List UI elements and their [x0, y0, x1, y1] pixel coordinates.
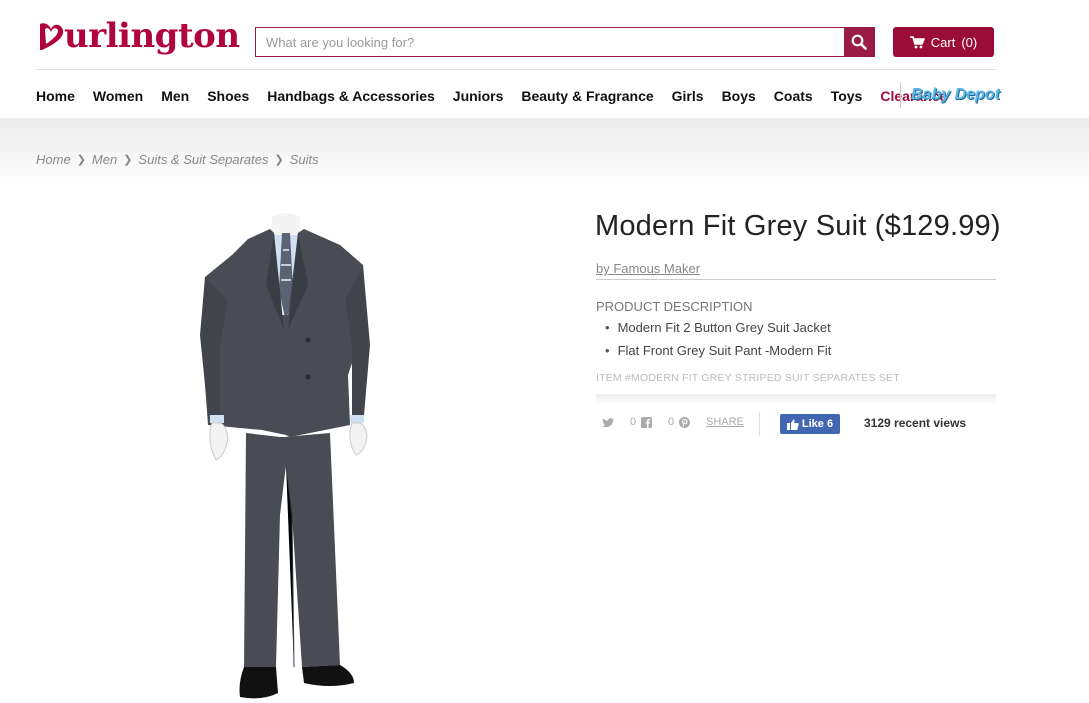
facebook-like-button[interactable]: Like 6 — [780, 414, 840, 434]
pinterest-icon[interactable] — [679, 417, 690, 428]
cart-button[interactable]: Cart (0) — [893, 27, 994, 57]
nav-item-handbags[interactable]: Handbags & Accessories — [267, 88, 435, 104]
header-divider — [36, 69, 996, 70]
nav-item-boys[interactable]: Boys — [722, 88, 756, 104]
product-title: Modern Fit Grey Suit ($129.99) — [595, 210, 1001, 242]
item-number: ITEM #MODERN FIT GREY STRIPED SUIT SEPAR… — [596, 372, 900, 384]
heart-b-icon — [40, 23, 64, 50]
nav-item-women[interactable]: Women — [93, 88, 143, 104]
nav-item-men[interactable]: Men — [161, 88, 189, 104]
search-button[interactable] — [844, 28, 874, 56]
breadcrumb: Home ❯ Men ❯ Suits & Suit Separates ❯ Su… — [36, 152, 319, 167]
nav-item-home[interactable]: Home — [36, 88, 75, 104]
breadcrumb-suits[interactable]: Suits — [290, 152, 319, 167]
like-label: Like 6 — [801, 418, 834, 430]
facebook-count: 0 — [668, 416, 675, 428]
share-separator — [759, 412, 760, 436]
list-item: Modern Fit 2 Button Grey Suit Jacket — [596, 320, 831, 343]
nav-item-girls[interactable]: Girls — [672, 88, 704, 104]
chevron-right-icon: ❯ — [274, 154, 284, 166]
breadcrumb-suits-separates[interactable]: Suits & Suit Separates — [138, 152, 268, 167]
nav-item-toys[interactable]: Toys — [831, 88, 863, 104]
cart-count: (0) — [961, 34, 978, 50]
nav-item-shoes[interactable]: Shoes — [207, 88, 249, 104]
share-bar: 0 0 SHARE Like 6 3129 recent views — [596, 412, 996, 436]
twitter-icon[interactable] — [602, 418, 614, 428]
burlington-logo[interactable]: urlington — [36, 14, 240, 58]
nav-divider — [900, 82, 901, 108]
share-link[interactable]: SHARE — [706, 416, 744, 428]
title-divider — [596, 279, 996, 280]
cart-icon — [909, 35, 925, 48]
nav-item-juniors[interactable]: Juniors — [453, 88, 504, 104]
description-list: Modern Fit 2 Button Grey Suit Jacket Fla… — [596, 320, 832, 366]
search-bar — [255, 27, 875, 57]
thumbs-up-icon — [786, 419, 799, 430]
cart-label: Cart — [930, 34, 956, 50]
description-label: PRODUCT DESCRIPTION — [596, 299, 753, 314]
nav-item-coats[interactable]: Coats — [774, 88, 813, 104]
search-input[interactable] — [256, 28, 844, 56]
list-item: Flat Front Grey Suit Pant -Modern Fit — [596, 343, 832, 366]
main-nav: Home Women Men Shoes Handbags & Accessor… — [36, 84, 965, 108]
breadcrumb-home[interactable]: Home — [36, 152, 71, 167]
product-maker-link[interactable]: by Famous Maker — [596, 261, 700, 276]
facebook-icon[interactable] — [641, 417, 652, 428]
chevron-right-icon: ❯ — [123, 154, 133, 166]
twitter-count: 0 — [630, 416, 637, 428]
nav-item-beauty[interactable]: Beauty & Fragrance — [521, 88, 653, 104]
logo-text: urlington — [64, 16, 240, 56]
product-image[interactable] — [180, 205, 390, 703]
baby-depot-link[interactable]: Baby Depot — [911, 86, 1000, 104]
breadcrumb-men[interactable]: Men — [92, 152, 117, 167]
site-header: urlington Cart (0) Home Women Men Shoes … — [0, 0, 1089, 118]
recent-views: 3129 recent views — [864, 416, 967, 430]
share-divider — [596, 394, 996, 404]
search-icon — [851, 34, 867, 50]
chevron-right-icon: ❯ — [76, 154, 86, 166]
